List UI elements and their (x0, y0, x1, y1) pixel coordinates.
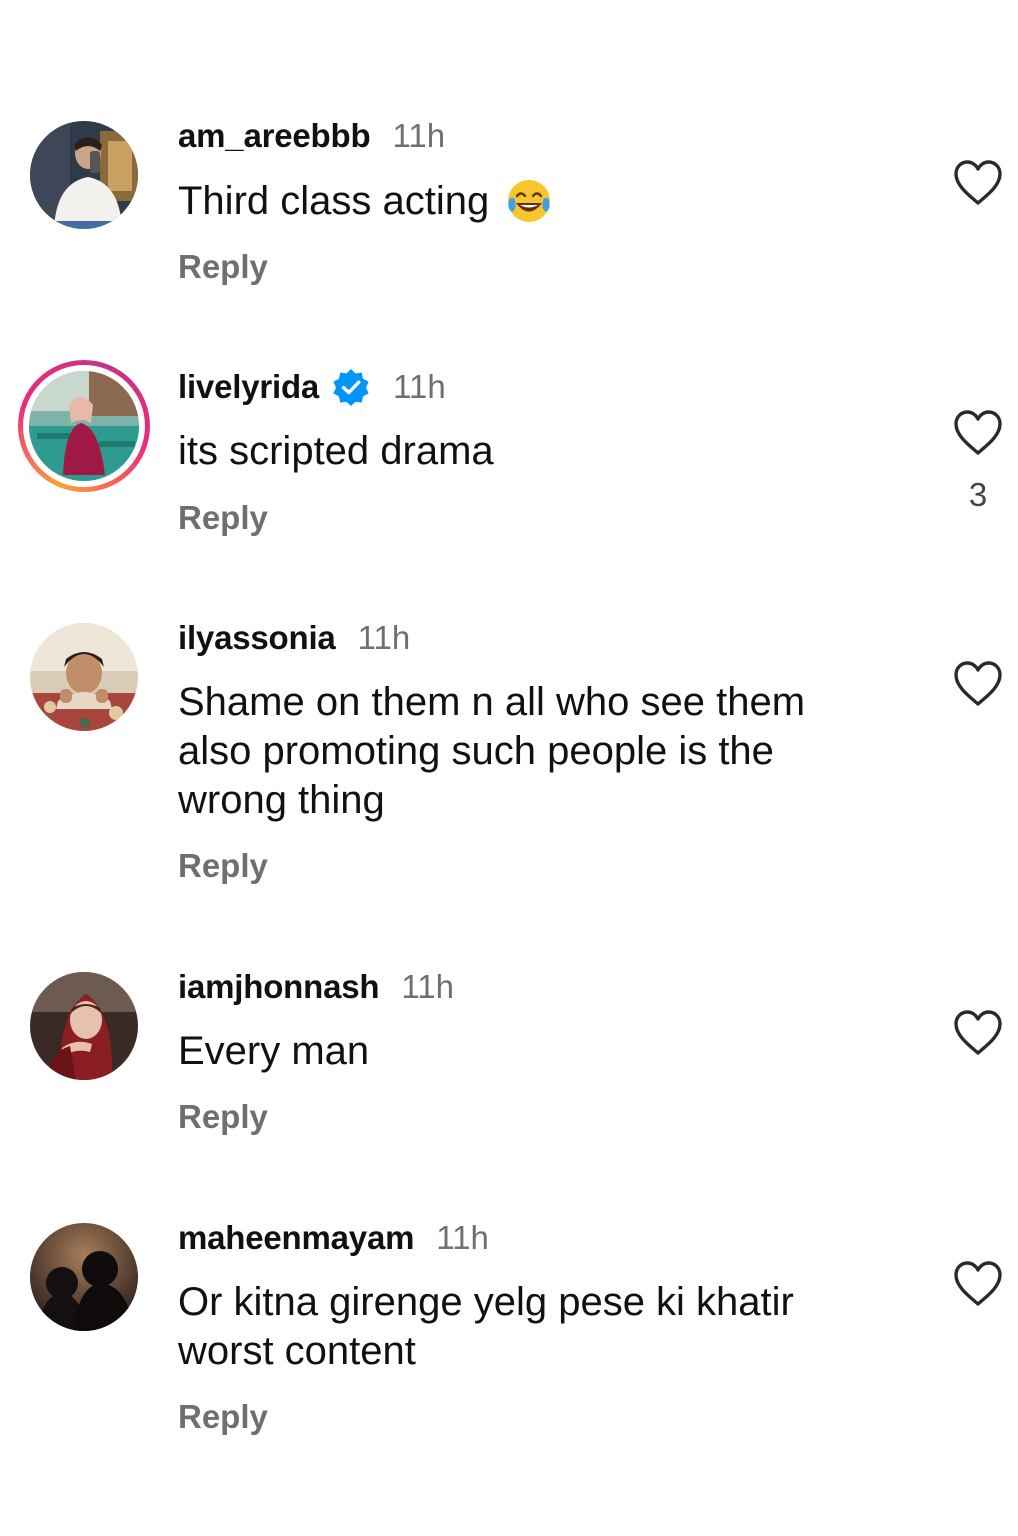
username[interactable]: maheenmayam (178, 1219, 414, 1257)
like-button[interactable] (950, 1007, 1006, 1057)
username[interactable]: livelyrida (178, 368, 319, 406)
avatar[interactable] (30, 121, 138, 229)
comment-header: ilyassonia 11h (178, 618, 410, 658)
avatar[interactable] (30, 1223, 138, 1331)
avatar[interactable] (30, 623, 138, 731)
timestamp: 11h (436, 1219, 489, 1256)
comment-text: Every man (178, 1029, 370, 1073)
reply-button[interactable]: Reply (178, 499, 268, 537)
reply-button[interactable]: Reply (178, 847, 268, 885)
verified-badge-icon (331, 367, 371, 407)
heart-outline-icon (954, 1010, 1002, 1055)
like-button[interactable] (950, 658, 1006, 708)
story-ring-avatar[interactable] (18, 360, 150, 492)
comment-header: maheenmayam 11h (178, 1218, 489, 1258)
comment-text: Shame on them n all who see them also pr… (178, 680, 806, 822)
username[interactable]: ilyassonia (178, 619, 336, 657)
heart-outline-icon (954, 160, 1002, 205)
like-button[interactable] (950, 157, 1006, 207)
avatar (29, 371, 139, 481)
comment-header: am_areebbb 11h (178, 116, 445, 156)
timestamp: 11h (357, 619, 411, 656)
like-button[interactable] (950, 1258, 1006, 1308)
username[interactable]: iamjhonnash (178, 968, 380, 1006)
timestamp: 11h (401, 968, 454, 1005)
heart-outline-icon (954, 661, 1002, 706)
heart-outline-icon (954, 410, 1002, 455)
timestamp: 11h (393, 368, 446, 405)
reply-button[interactable]: Reply (178, 1398, 268, 1436)
like-button[interactable] (950, 407, 1006, 457)
comment-text: Or kitna girenge yelg pese ki khatir wor… (178, 1280, 794, 1373)
like-count: 3 (968, 476, 988, 513)
comment-text: its scripted drama (178, 429, 494, 473)
username[interactable]: am_areebbb (178, 117, 371, 155)
face-with-tears-of-joy-icon (504, 176, 554, 226)
avatar[interactable] (30, 972, 138, 1080)
reply-button[interactable]: Reply (178, 1098, 268, 1136)
comment-header: livelyrida 11h (178, 367, 446, 407)
comment-body: Third class acting (178, 179, 490, 223)
comment-header: iamjhonnash 11h (178, 967, 454, 1007)
reply-button[interactable]: Reply (178, 248, 268, 286)
heart-outline-icon (954, 1261, 1002, 1306)
comment-text: Third class acting (178, 176, 878, 226)
timestamp: 11h (392, 117, 446, 154)
